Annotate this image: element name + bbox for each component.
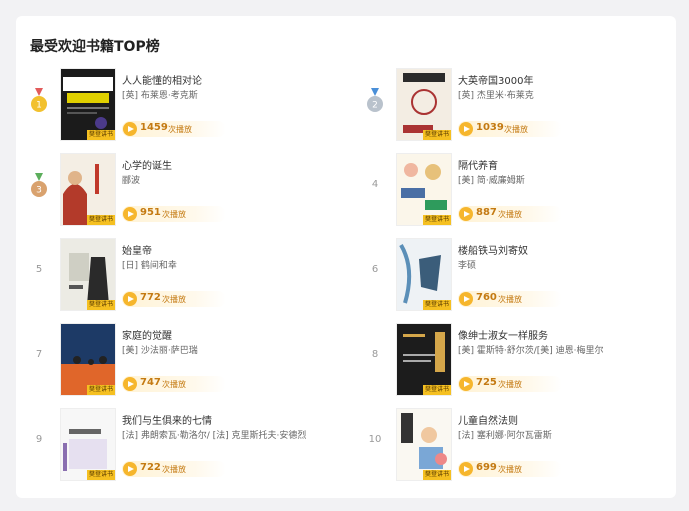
- play-icon: [123, 122, 137, 136]
- source-tag: 樊登讲书: [86, 385, 115, 395]
- play-icon: [123, 292, 137, 306]
- book-cover[interactable]: 樊登讲书: [60, 238, 116, 311]
- list-item[interactable]: 3 樊登讲书 心学的诞生 郦波 951 次播放: [30, 153, 330, 229]
- page-title: 最受欢迎书籍TOP榜: [30, 39, 160, 55]
- play-count: 1039 次播放: [458, 121, 562, 137]
- book-title[interactable]: 家庭的觉醒: [122, 327, 172, 342]
- list-item[interactable]: 4 樊登讲书 隔代养育 [美] 简·威廉姆斯 887 次播放: [366, 153, 666, 229]
- book-title[interactable]: 心学的诞生: [122, 157, 172, 172]
- book-cover[interactable]: 樊登讲书: [396, 68, 452, 141]
- source-tag: 樊登讲书: [86, 470, 115, 480]
- play-icon: [459, 207, 473, 221]
- play-icon: [123, 462, 137, 476]
- source-tag: 樊登讲书: [86, 300, 115, 310]
- source-tag: 樊登讲书: [422, 470, 451, 480]
- list-item[interactable]: 1 樊登讲书 人人能懂的相对论 [英] 布莱恩·考克斯 1459 次播放: [30, 68, 330, 144]
- play-icon: [459, 292, 473, 306]
- svg-text:3: 3: [36, 186, 42, 196]
- book-title[interactable]: 像绅士淑女一样服务: [458, 327, 548, 342]
- book-cover[interactable]: 樊登讲书: [60, 323, 116, 396]
- source-tag: 樊登讲书: [86, 130, 115, 140]
- play-count: 1459 次播放: [122, 121, 226, 137]
- book-author: 李硕: [458, 261, 477, 271]
- book-title[interactable]: 儿童自然法则: [458, 412, 518, 427]
- rank-number: 6: [371, 264, 379, 275]
- book-author: [美] 沙法丽·萨巴瑞: [122, 346, 198, 356]
- book-title[interactable]: 大英帝国3000年: [458, 72, 533, 87]
- list-item[interactable]: 6 樊登讲书 楼船铁马刘寄奴 李硕 760 次播放: [366, 238, 666, 314]
- list-item[interactable]: 5 樊登讲书 始皇帝 [日] 鹤间和幸 772 次播放: [30, 238, 330, 314]
- list-item[interactable]: 2 樊登讲书 大英帝国3000年 [英] 杰里米·布莱克 1039 次播放: [366, 68, 666, 144]
- source-tag: 樊登讲书: [86, 215, 115, 225]
- source-tag: 樊登讲书: [422, 385, 451, 395]
- svg-text:1: 1: [36, 101, 42, 111]
- source-tag: 樊登讲书: [422, 130, 451, 140]
- book-cover[interactable]: 樊登讲书: [396, 153, 452, 226]
- play-count: 760 次播放: [458, 291, 562, 307]
- book-author: [美] 简·威廉姆斯: [458, 176, 525, 186]
- play-icon: [123, 207, 137, 221]
- book-author: 郦波: [122, 176, 141, 186]
- list-item[interactable]: 10 樊登讲书 儿童自然法则 [法] 塞利娜·阿尔瓦雷斯 699 次播放: [366, 408, 666, 484]
- book-cover[interactable]: 樊登讲书: [396, 323, 452, 396]
- rank-number: 10: [368, 434, 382, 445]
- book-title[interactable]: 楼船铁马刘寄奴: [458, 242, 528, 257]
- play-count: 887 次播放: [458, 206, 562, 222]
- bronze-medal-icon: 3: [31, 173, 47, 197]
- play-count: 747 次播放: [122, 376, 226, 392]
- play-count: 699 次播放: [458, 461, 562, 477]
- book-author: [英] 杰里米·布莱克: [458, 91, 534, 101]
- play-icon: [459, 377, 473, 391]
- ranking-card: 最受欢迎书籍TOP榜 1 樊登讲书 人人能懂的相对论 [英] 布莱恩·考克斯 1…: [16, 16, 676, 498]
- rank-number: 7: [35, 349, 43, 360]
- source-tag: 樊登讲书: [422, 300, 451, 310]
- book-cover[interactable]: 樊登讲书: [396, 238, 452, 311]
- book-author: [日] 鹤间和幸: [122, 261, 177, 271]
- book-author: [英] 布莱恩·考克斯: [122, 91, 198, 101]
- play-count: 722 次播放: [122, 461, 226, 477]
- rank-number: 9: [35, 434, 43, 445]
- book-cover[interactable]: 樊登讲书: [60, 408, 116, 481]
- source-tag: 樊登讲书: [422, 215, 451, 225]
- svg-text:2: 2: [372, 101, 378, 111]
- play-count: 772 次播放: [122, 291, 226, 307]
- list-item[interactable]: 9 樊登讲书 我们与生俱来的七情 [法] 弗朗索瓦·勒洛尔/ [法] 克里斯托夫…: [30, 408, 330, 484]
- rank-number: 4: [371, 179, 379, 190]
- play-icon: [459, 462, 473, 476]
- book-cover[interactable]: 樊登讲书: [60, 68, 116, 141]
- book-cover[interactable]: 樊登讲书: [396, 408, 452, 481]
- play-count: 951 次播放: [122, 206, 226, 222]
- list-item[interactable]: 7 樊登讲书 家庭的觉醒 [美] 沙法丽·萨巴瑞 747 次播放: [30, 323, 330, 399]
- book-title[interactable]: 始皇帝: [122, 242, 152, 257]
- silver-medal-icon: 2: [367, 88, 383, 112]
- play-icon: [123, 377, 137, 391]
- play-count: 725 次播放: [458, 376, 562, 392]
- book-title[interactable]: 人人能懂的相对论: [122, 72, 202, 87]
- gold-medal-icon: 1: [31, 88, 47, 112]
- book-title[interactable]: 我们与生俱来的七情: [122, 412, 212, 427]
- play-icon: [459, 122, 473, 136]
- book-title[interactable]: 隔代养育: [458, 157, 498, 172]
- book-author: [法] 塞利娜·阿尔瓦雷斯: [458, 431, 552, 441]
- list-item[interactable]: 8 樊登讲书 像绅士淑女一样服务 [美] 霍斯特·舒尔茨/[美] 迪恩·梅里尔 …: [366, 323, 666, 399]
- rank-number: 5: [35, 264, 43, 275]
- book-cover[interactable]: 樊登讲书: [60, 153, 116, 226]
- book-author: [法] 弗朗索瓦·勒洛尔/ [法] 克里斯托夫·安德烈: [122, 431, 307, 441]
- rank-number: 8: [371, 349, 379, 360]
- book-author: [美] 霍斯特·舒尔茨/[美] 迪恩·梅里尔: [458, 346, 604, 356]
